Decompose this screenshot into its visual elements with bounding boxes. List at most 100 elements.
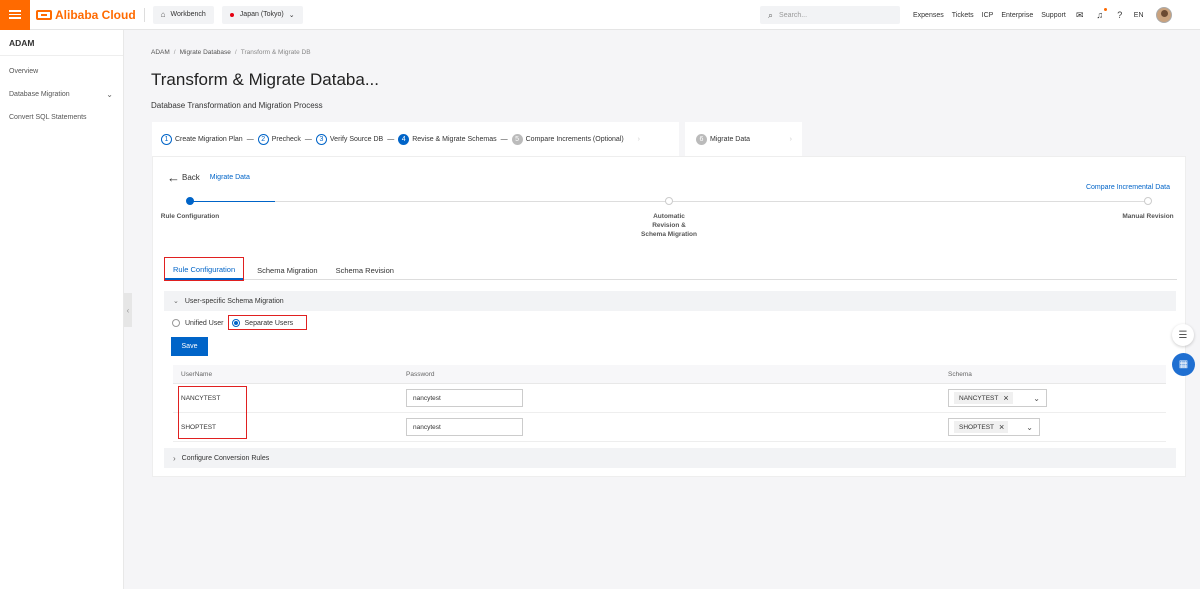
sidebar-item-label: Convert SQL Statements — [9, 114, 87, 121]
notification-dot — [1103, 8, 1107, 11]
progress-fill — [190, 201, 275, 202]
header-username: UserName — [181, 370, 213, 378]
user-mode-radio-group: Unified User Separate Users — [172, 319, 301, 327]
back-button[interactable]: Back — [182, 173, 200, 182]
section-user-schema-migration[interactable]: ⌄ User-specific Schema Migration — [164, 291, 1176, 311]
username-cell: SHOPTEST — [181, 423, 217, 431]
breadcrumb-item[interactable]: ADAM — [151, 49, 170, 56]
enterprise-link[interactable]: Enterprise — [1001, 12, 1033, 19]
step-label: Create Migration Plan — [175, 135, 243, 143]
step-number: 5 — [511, 133, 523, 145]
progress-node-manual — [1144, 197, 1152, 205]
apps-grid-icon[interactable]: ▦ — [1172, 353, 1195, 376]
chevron-down-icon: ⌄ — [1026, 422, 1033, 432]
step-number: 2 — [257, 133, 269, 145]
avatar[interactable] — [1155, 7, 1172, 23]
mail-icon[interactable]: ✉ — [1074, 9, 1086, 21]
chat-icon[interactable]: ☰ — [1172, 324, 1194, 346]
breadcrumb-current: Transform & Migrate DB — [240, 49, 311, 56]
migrate-data-link[interactable]: Migrate Data — [210, 174, 250, 181]
section-title: User-specific Schema Migration — [184, 297, 284, 305]
chevron-right-icon: › — [173, 453, 176, 463]
chevron-down-icon: ⌄ — [1033, 393, 1040, 403]
header-schema: Schema — [948, 370, 972, 378]
step-label: Compare Increments (Optional) — [525, 135, 624, 143]
tab-schema-revision[interactable]: Schema Revision — [328, 260, 402, 280]
schema-select[interactable]: SHOPTEST × ⌄ — [948, 418, 1040, 436]
compare-incremental-link[interactable]: Compare Incremental Data — [1086, 184, 1170, 191]
sidebar-item-convert-sql[interactable]: Convert SQL Statements — [0, 106, 123, 129]
sidebar-item-overview[interactable]: Overview — [0, 60, 123, 83]
tickets-link[interactable]: Tickets — [952, 12, 974, 19]
tab-schema-migration[interactable]: Schema Migration — [249, 260, 325, 280]
workbench-button[interactable]: ⌂ Workbench — [152, 5, 214, 24]
schema-tag: SHOPTEST × — [954, 421, 1009, 433]
radio-unified-label[interactable]: Unified User — [185, 320, 224, 327]
hamburger-menu-icon[interactable] — [0, 0, 30, 30]
breadcrumb: ADAM / Migrate Database / Transform & Migrat… — [151, 49, 311, 56]
progress-node-automatic — [665, 197, 673, 205]
step-label: Revise & Migrate Schemas — [412, 135, 497, 143]
step-compare-increments[interactable]: 5 Compare Increments (Optional) — [511, 133, 624, 145]
save-button[interactable]: Save — [171, 337, 208, 356]
radio-unified-user[interactable] — [172, 319, 180, 327]
schema-select[interactable]: NANCYTEST × ⌄ — [948, 389, 1047, 407]
step-label: Verify Source DB — [329, 135, 384, 143]
progress-node-rule — [186, 197, 194, 205]
brand-logo[interactable]: Alibaba Cloud — [36, 8, 136, 22]
step-verify-source[interactable]: 3 Verify Source DB — [315, 133, 384, 145]
password-input[interactable]: nancytest — [406, 389, 523, 407]
step-precheck[interactable]: 2 Precheck — [257, 133, 301, 145]
page-title: Transform & Migrate Databa... — [151, 70, 380, 89]
alibaba-cloud-logo-icon — [36, 9, 52, 20]
expenses-link[interactable]: Expenses — [913, 12, 944, 19]
search-icon: ⌕ — [768, 9, 774, 20]
region-selector[interactable]: Japan (Tokyo) ⌄ — [221, 5, 303, 24]
close-icon[interactable]: × — [999, 422, 1004, 432]
brand-name: Alibaba Cloud — [55, 7, 136, 22]
step-migrate-data[interactable]: 6 Migrate Data › — [685, 122, 802, 156]
progress-label-automatic: Automatic Revision & Schema Migration — [641, 213, 697, 238]
step-label: Precheck — [271, 135, 301, 143]
chevron-down-icon: ⌄ — [106, 90, 113, 99]
header-password: Password — [406, 370, 435, 378]
step-number: 1 — [161, 133, 172, 145]
schema-tag-label: NANCYTEST — [959, 394, 999, 402]
sidebar-item-label: Database Migration — [9, 91, 70, 98]
schema-tag-label: SHOPTEST — [959, 423, 995, 431]
section-conversion-rules[interactable]: › Configure Conversion Rules — [164, 448, 1176, 468]
page-subtitle: Database Transformation and Migration Pr… — [151, 101, 323, 110]
password-input[interactable]: nancytest — [406, 418, 523, 436]
section-title: Configure Conversion Rules — [181, 454, 270, 462]
step-number: 6 — [696, 133, 707, 145]
user-schema-table: UserName Password Schema NANCYTEST nancy… — [173, 365, 1166, 442]
sidebar-item-database-migration[interactable]: Database Migration ⌄ — [0, 83, 123, 106]
search-input[interactable]: ⌕ Search... — [760, 6, 900, 24]
sidebar-item-label: Overview — [9, 68, 39, 75]
workbench-label: Workbench — [170, 11, 206, 18]
help-icon[interactable]: ? — [1114, 9, 1126, 21]
close-icon[interactable]: × — [1003, 393, 1008, 403]
back-arrow-icon[interactable]: ← — [167, 171, 180, 184]
breadcrumb-item[interactable]: Migrate Database — [180, 49, 231, 56]
step-label: Migrate Data — [710, 135, 751, 143]
sidebar-collapse-handle[interactable]: ‹ — [124, 293, 132, 327]
radio-separate-label[interactable]: Separate Users — [245, 320, 294, 327]
language-selector[interactable]: EN — [1134, 12, 1144, 19]
step-number: 4 — [398, 133, 410, 145]
step-revise-migrate[interactable]: 4 Revise & Migrate Schemas — [398, 133, 497, 145]
bell-icon[interactable]: ♫ — [1094, 8, 1107, 21]
icp-link[interactable]: ICP — [982, 12, 994, 19]
step-number: 3 — [315, 133, 327, 145]
progress-label-manual: Manual Revision — [1122, 213, 1174, 220]
chevron-right-icon: › — [637, 135, 641, 143]
sidebar-title: ADAM — [0, 30, 123, 56]
back-row: ← Back Migrate Data — [167, 171, 250, 184]
radio-separate-users[interactable] — [231, 319, 240, 327]
chevron-right-icon: › — [789, 135, 792, 143]
step-create-plan[interactable]: 1 Create Migration Plan — [161, 133, 243, 145]
support-link[interactable]: Support — [1041, 12, 1066, 19]
tab-rule-configuration[interactable]: Rule Configuration — [165, 260, 244, 280]
region-label: Japan (Tokyo) — [239, 11, 284, 18]
sidebar: ADAM Overview Database Migration ⌄ Conve… — [0, 30, 124, 589]
